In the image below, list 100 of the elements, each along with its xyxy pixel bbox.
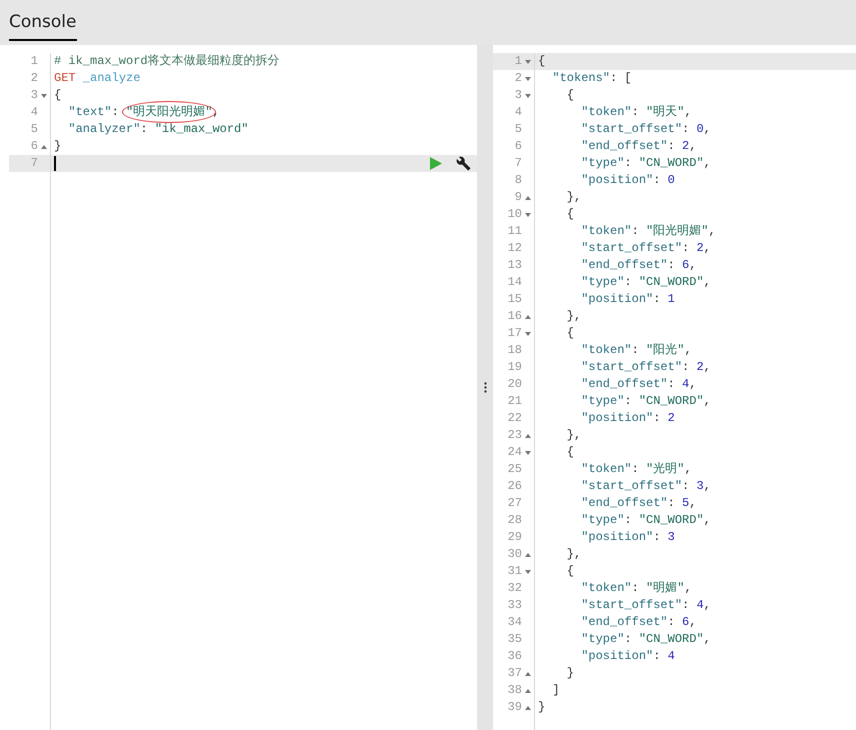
code-line: "position": 2 <box>580 410 675 427</box>
code-line: { <box>54 87 62 104</box>
code-line: { <box>566 563 574 580</box>
fold-caret-icon[interactable] <box>525 94 531 98</box>
code-line: "end_offset": 2, <box>580 138 696 155</box>
fold-caret-icon[interactable] <box>525 60 531 64</box>
code-line: "type": "CN_WORD", <box>580 274 711 291</box>
code-line: "position": 1 <box>580 291 675 308</box>
line-number: 7 <box>514 155 522 172</box>
code-line: { <box>566 444 574 461</box>
code-line: "position": 0 <box>580 172 675 189</box>
line-number: 6 <box>514 138 522 155</box>
line-number: 5 <box>514 121 522 138</box>
line-number: 27 <box>508 495 522 512</box>
code-line: "start_offset": 4, <box>580 597 711 614</box>
line-number: 1 <box>30 53 38 70</box>
fold-caret-icon[interactable] <box>525 196 531 200</box>
drag-handle-icon[interactable] <box>484 382 486 393</box>
line-number: 11 <box>508 223 522 240</box>
line-number: 1 <box>514 53 522 70</box>
line-number: 26 <box>508 478 522 495</box>
fold-caret-icon[interactable] <box>525 570 531 574</box>
code-line: }, <box>566 189 582 206</box>
line-number: 14 <box>508 274 522 291</box>
code-line: "token": "光明", <box>580 461 692 478</box>
line-number: 8 <box>514 172 522 189</box>
wrench-icon[interactable] <box>456 156 471 171</box>
fold-caret-icon[interactable] <box>41 94 47 98</box>
code-line: "token": "明媚", <box>580 580 692 597</box>
line-number: 30 <box>508 546 522 563</box>
fold-caret-icon[interactable] <box>525 450 531 454</box>
code-line: "type": "CN_WORD", <box>580 155 711 172</box>
code-line: "analyzer": "ik_max_word" <box>67 121 248 138</box>
line-number: 7 <box>30 155 38 172</box>
fold-caret-icon[interactable] <box>525 434 531 438</box>
line-number: 13 <box>508 257 522 274</box>
fold-caret-icon[interactable] <box>525 672 531 676</box>
code-line: "type": "CN_WORD", <box>580 512 711 529</box>
code-line: }, <box>566 546 582 563</box>
code-line: "end_offset": 6, <box>580 614 696 631</box>
line-number: 35 <box>508 631 522 648</box>
code-line: "token": "阳光", <box>580 342 692 359</box>
code-line: "end_offset": 6, <box>580 257 696 274</box>
line-number: 16 <box>508 308 522 325</box>
play-icon[interactable] <box>430 157 442 170</box>
code-line: "token": "阳光明媚", <box>580 223 716 240</box>
code-line: "end_offset": 5, <box>580 495 696 512</box>
code-line: "start_offset": 2, <box>580 240 711 257</box>
code-line: # ik_max_word将文本做最细粒度的拆分 <box>54 53 280 70</box>
line-number: 32 <box>508 580 522 597</box>
line-number: 33 <box>508 597 522 614</box>
fold-caret-icon[interactable] <box>525 332 531 336</box>
line-number: 31 <box>508 563 522 580</box>
line-number: 21 <box>508 393 522 410</box>
code-line: "start_offset": 0, <box>580 121 711 138</box>
line-number: 2 <box>514 70 522 87</box>
line-number: 10 <box>508 206 522 223</box>
code-line: }, <box>566 308 582 325</box>
code-line: }, <box>566 427 582 444</box>
line-number: 18 <box>508 342 522 359</box>
line-number: 39 <box>508 699 522 716</box>
line-number: 4 <box>514 104 522 121</box>
fold-caret-icon[interactable] <box>525 552 531 556</box>
line-number: 34 <box>508 614 522 631</box>
text-cursor <box>54 156 56 171</box>
line-number: 22 <box>508 410 522 427</box>
code-line: "position": 3 <box>580 529 675 546</box>
line-number: 3 <box>514 87 522 104</box>
code-line: } <box>538 699 546 716</box>
line-number: 19 <box>508 359 522 376</box>
code-line: "type": "CN_WORD", <box>580 631 711 648</box>
code-line: "position": 4 <box>580 648 675 665</box>
line-number: 4 <box>30 104 38 121</box>
fold-caret-icon[interactable] <box>525 76 531 80</box>
fold-caret-icon[interactable] <box>525 706 531 710</box>
code-line: "start_offset": 3, <box>580 478 711 495</box>
code-line: { <box>566 325 574 342</box>
code-line: } <box>566 665 574 682</box>
console-tab[interactable]: Console <box>9 10 76 41</box>
line-number: 28 <box>508 512 522 529</box>
code-line: "end_offset": 4, <box>580 376 696 393</box>
line-number: 20 <box>508 376 522 393</box>
line-number: 15 <box>508 291 522 308</box>
fold-caret-icon[interactable] <box>41 144 47 148</box>
fold-caret-icon[interactable] <box>525 688 531 692</box>
fold-caret-icon[interactable] <box>525 212 531 216</box>
line-number: 17 <box>508 325 522 342</box>
code-line: } <box>54 138 62 155</box>
line-number: 9 <box>514 189 522 206</box>
line-number: 3 <box>30 87 38 104</box>
code-line: "tokens": [ <box>551 70 632 87</box>
code-line: { <box>538 53 546 70</box>
code-line: { <box>566 206 574 223</box>
line-number: 6 <box>30 138 38 155</box>
code-line: "type": "CN_WORD", <box>580 393 711 410</box>
line-number: 29 <box>508 529 522 546</box>
code-line: "token": "明天", <box>580 104 692 121</box>
code-line: ] <box>551 682 560 699</box>
code-line: "start_offset": 2, <box>580 359 711 376</box>
fold-caret-icon[interactable] <box>525 314 531 318</box>
